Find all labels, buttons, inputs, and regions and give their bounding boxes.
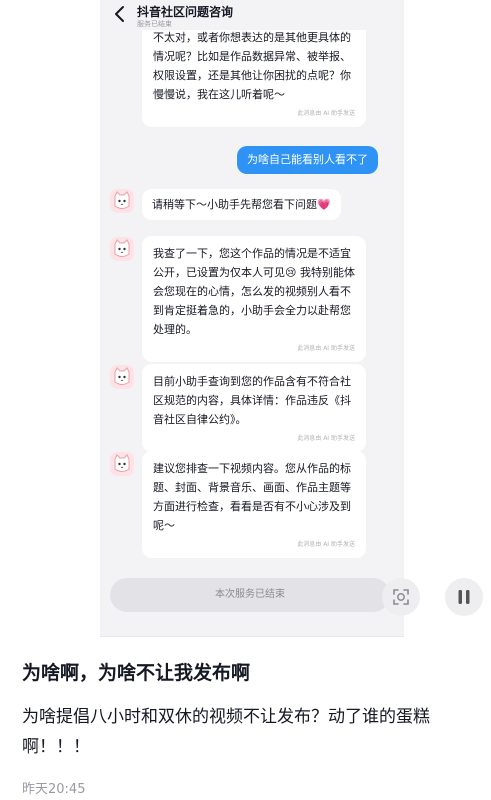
chat-header: 抖音社区问题咨询 服务已结束 xyxy=(100,0,404,30)
assistant-avatar xyxy=(110,452,134,476)
message-text: 建议您排查一下视频内容。您从作品的标题、封面、背景音乐、画面、作品主题等方面进行… xyxy=(153,462,351,532)
service-ended-bar: 本次服务已结束 xyxy=(110,578,390,612)
assistant-avatar xyxy=(110,237,134,261)
chevron-left-icon[interactable] xyxy=(112,4,128,24)
cat-avatar-icon xyxy=(114,367,130,385)
chat-title: 抖音社区问题咨询 xyxy=(137,5,234,19)
message-footer: 此消息由 AI 助手发送 xyxy=(297,110,355,117)
bot-message: 建议您排查一下视频内容。您从作品的标题、封面、背景音乐、画面、作品主题等方面进行… xyxy=(142,451,366,558)
pause-button[interactable] xyxy=(445,578,483,616)
pause-icon xyxy=(458,590,470,604)
cat-avatar-icon xyxy=(114,191,130,209)
cat-avatar-icon xyxy=(114,239,130,257)
scan-button[interactable] xyxy=(382,578,420,616)
assistant-avatar xyxy=(110,365,134,389)
message-text: 我查了一下，您这个作品的情况是不适宜公开，已设置为仅本人可见😢 我特别能体会您现… xyxy=(153,247,355,336)
bot-message: 目前小助手查询到您的作品含有不符合社区规范的内容，具体详情：作品违反《抖音社区自… xyxy=(142,364,366,452)
post-title: 为啥啊，为啥不让我发布啊 xyxy=(22,662,251,684)
bot-message: 不太对，或者你想表达的是其他更具体的情况呢？比如是作品数据异常、被举报、权限设置… xyxy=(142,22,366,127)
bot-message: 请稍等下～小助手先帮您看下问题💗 xyxy=(142,189,341,220)
bot-message: 我查了一下，您这个作品的情况是不适宜公开，已设置为仅本人可见😢 我特别能体会您现… xyxy=(142,236,366,362)
post-timestamp: 昨天20:45 xyxy=(22,782,86,797)
chat-status: 服务已结束 xyxy=(137,20,172,28)
message-footer: 此消息由 AI 助手发送 xyxy=(297,345,355,352)
message-text: 请稍等下～小助手先帮您看下问题💗 xyxy=(152,198,331,211)
screenshot-edge xyxy=(100,636,404,637)
chat-screenshot: 抖音社区问题咨询 服务已结束 不太对，或者你想表达的是其他更具体的情况呢？比如是… xyxy=(100,0,404,636)
scan-icon xyxy=(393,589,409,605)
message-text: 目前小助手查询到您的作品含有不符合社区规范的内容，具体详情：作品违反《抖音社区自… xyxy=(153,375,351,426)
cat-avatar-icon xyxy=(114,454,130,472)
assistant-avatar xyxy=(110,189,134,213)
post-body: 为啥提倡八小时和双休的视频不让发布？动了谁的蛋糕啊！！！ xyxy=(22,707,430,757)
message-text: 不太对，或者你想表达的是其他更具体的情况呢？比如是作品数据异常、被举报、权限设置… xyxy=(153,31,351,101)
user-message: 为啥自己能看别人看不了 xyxy=(237,146,378,174)
message-footer: 此消息由 AI 助手发送 xyxy=(297,435,355,442)
message-footer: 此消息由 AI 助手发送 xyxy=(297,541,355,548)
